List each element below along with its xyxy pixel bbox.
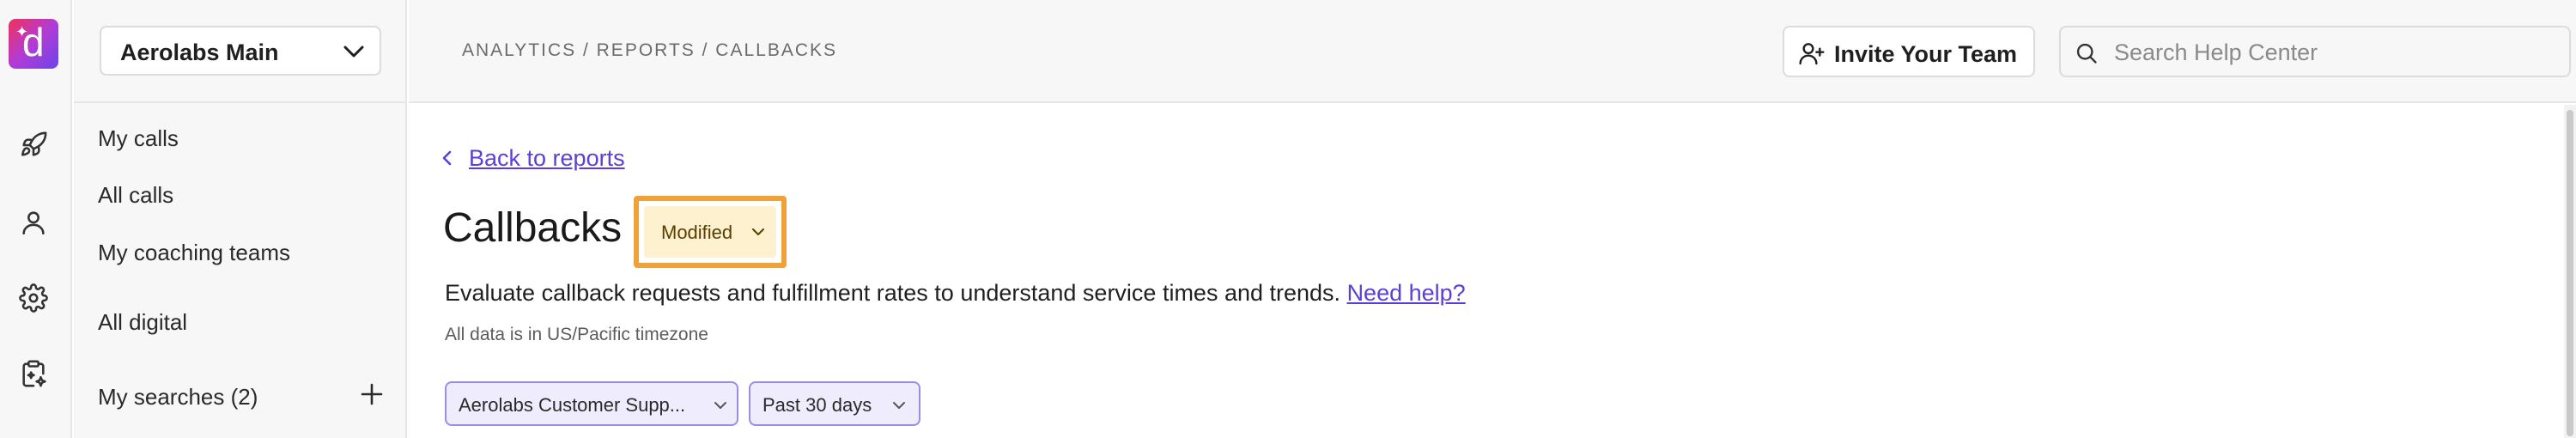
sidebar-item-all-calls[interactable]: All calls — [98, 182, 173, 209]
sidebar-divider — [74, 101, 407, 103]
invite-team-label: Invite Your Team — [1834, 41, 2018, 67]
user-plus-icon — [1799, 43, 1825, 65]
modified-highlight: Modified — [634, 196, 787, 268]
chevron-down-icon — [343, 46, 364, 58]
search-input[interactable] — [2114, 38, 2561, 67]
team-filter-chip[interactable]: Aerolabs Customer Supp... — [445, 381, 738, 426]
team-filter-label: Aerolabs Customer Supp... — [459, 394, 686, 416]
user-icon[interactable] — [19, 208, 48, 237]
scrollbar-thumb[interactable] — [2567, 110, 2573, 436]
description-text: Evaluate callback requests and fulfillme… — [445, 280, 1341, 306]
help-search — [2059, 26, 2571, 77]
page-description: Evaluate callback requests and fulfillme… — [445, 280, 1466, 307]
need-help-link[interactable]: Need help? — [1347, 280, 1466, 306]
page-title: Callbacks — [443, 205, 623, 251]
search-icon — [2076, 43, 2097, 64]
workspace-selector[interactable]: Aerolabs Main — [100, 26, 381, 76]
sidebar-item-all-digital[interactable]: All digital — [98, 309, 187, 336]
logo-letter: d — [22, 20, 45, 64]
rocket-icon[interactable] — [19, 131, 48, 160]
app-logo[interactable]: ✦ d — [9, 19, 58, 69]
gear-icon[interactable] — [19, 283, 48, 313]
main-scrollbar[interactable] — [2564, 105, 2576, 438]
back-to-reports-link[interactable]: Back to reports — [438, 143, 625, 173]
chevron-down-icon — [714, 402, 726, 409]
date-range-filter-chip[interactable]: Past 30 days — [749, 381, 920, 426]
clipboard-sparkle-icon[interactable] — [19, 359, 48, 388]
modified-label: Modified — [661, 222, 733, 243]
chevron-down-icon — [893, 402, 905, 409]
timezone-note: All data is in US/Pacific timezone — [445, 325, 708, 344]
chevron-down-icon — [752, 228, 764, 235]
sidebar-item-my-coaching-teams[interactable]: My coaching teams — [98, 240, 290, 266]
breadcrumb: ANALYTICS / REPORTS / CALLBACKS — [462, 40, 838, 60]
icon-rail: ✦ d — [0, 0, 72, 438]
topbar: ANALYTICS / REPORTS / CALLBACKS Invite Y… — [409, 0, 2576, 103]
sidebar: Aerolabs Main My calls All calls My coac… — [74, 0, 407, 438]
modified-dropdown[interactable]: Modified — [644, 206, 776, 258]
sidebar-item-my-calls[interactable]: My calls — [98, 125, 179, 152]
workspace-label: Aerolabs Main — [120, 40, 279, 65]
main-content: Back to reports Callbacks Modified Evalu… — [409, 105, 2576, 438]
back-to-reports-label: Back to reports — [469, 144, 625, 171]
chevron-left-icon — [442, 150, 452, 166]
sidebar-item-my-searches[interactable]: My searches (2) — [98, 384, 258, 411]
date-range-label: Past 30 days — [762, 394, 872, 416]
add-search-icon[interactable] — [359, 381, 385, 407]
invite-team-button[interactable]: Invite Your Team — [1783, 26, 2035, 77]
